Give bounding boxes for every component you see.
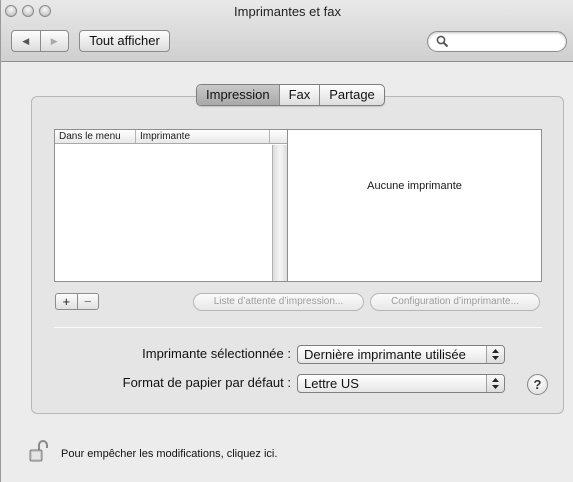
forward-arrow-icon: ▶ xyxy=(50,35,58,46)
selected-printer-label: Imprimante sélectionnée : xyxy=(142,346,291,361)
printer-list-header: Dans le menu Imprimante xyxy=(55,130,287,144)
column-header-in-menu[interactable]: Dans le menu xyxy=(55,130,136,143)
preferences-window: Imprimantes et fax ◀ ▶ Tout afficher Imp… xyxy=(0,0,573,482)
tab-partage[interactable]: Partage xyxy=(319,85,384,105)
add-remove-control: + − xyxy=(55,293,99,310)
default-paper-popup[interactable]: Lettre US xyxy=(297,374,505,393)
forward-button[interactable]: ▶ xyxy=(39,31,69,51)
selected-printer-popup[interactable]: Dernière imprimante utilisée xyxy=(297,345,505,364)
open-padlock-icon[interactable] xyxy=(29,440,49,462)
printer-list-scrollbar[interactable] xyxy=(272,145,287,281)
help-button[interactable]: ? xyxy=(527,374,548,395)
up-down-arrows-icon xyxy=(486,346,504,363)
window-title: Imprimantes et fax xyxy=(234,4,341,19)
lock-message[interactable]: Pour empêcher les modifications, cliquez… xyxy=(61,448,277,460)
up-down-arrows-icon xyxy=(486,375,504,392)
printer-list[interactable]: Dans le menu Imprimante xyxy=(54,129,288,282)
tab-bar: Impression Fax Partage xyxy=(196,84,385,106)
back-forward-control: ◀ ▶ xyxy=(11,30,69,52)
add-printer-button[interactable]: + xyxy=(56,294,77,309)
tab-impression[interactable]: Impression xyxy=(197,85,279,105)
default-paper-value: Lettre US xyxy=(304,376,359,391)
back-button[interactable]: ◀ xyxy=(12,31,40,51)
title-toolbar: Imprimantes et fax ◀ ▶ Tout afficher xyxy=(1,0,573,62)
remove-printer-button[interactable]: − xyxy=(76,294,99,309)
back-arrow-icon: ◀ xyxy=(22,35,30,46)
search-icon xyxy=(436,35,449,48)
printer-setup-button[interactable]: Configuration d’imprimante... xyxy=(370,293,540,311)
show-all-button[interactable]: Tout afficher xyxy=(79,30,170,52)
printer-detail-pane: Aucune imprimante xyxy=(288,129,542,282)
divider xyxy=(54,327,542,328)
no-printer-message: Aucune imprimante xyxy=(367,180,462,192)
tab-fax[interactable]: Fax xyxy=(278,85,320,105)
print-queue-button[interactable]: Liste d’attente d’impression... xyxy=(193,293,364,311)
default-paper-label: Format de papier par défaut : xyxy=(122,375,291,390)
column-header-printer[interactable]: Imprimante xyxy=(136,130,270,143)
selected-printer-value: Dernière imprimante utilisée xyxy=(304,347,466,362)
search-input[interactable] xyxy=(452,34,562,49)
search-field[interactable] xyxy=(427,31,567,52)
